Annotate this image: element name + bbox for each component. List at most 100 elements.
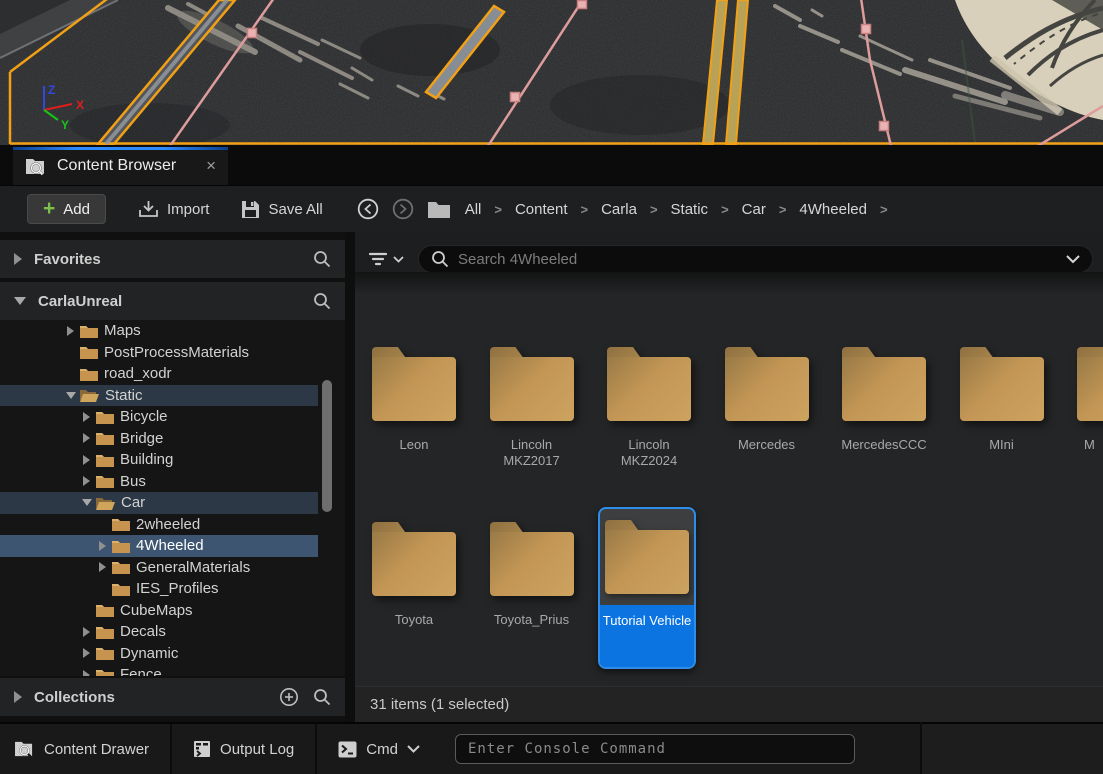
chevron-down-icon[interactable] [1066, 255, 1080, 264]
tree-item-4wheeled[interactable]: 4Wheeled [0, 535, 318, 557]
search-icon[interactable] [313, 688, 331, 706]
breadcrumb-item-static[interactable]: Static [671, 201, 709, 218]
folder-icon [80, 367, 98, 381]
breadcrumb-item-4wheeled[interactable]: 4Wheeled [799, 201, 867, 218]
expander-icon[interactable] [14, 253, 22, 265]
tree-item-ies-profiles[interactable]: IES_Profiles [0, 578, 318, 600]
console-command-input[interactable] [455, 734, 855, 764]
tree-item-car[interactable]: Car [0, 492, 318, 514]
expand-arrow-icon[interactable] [67, 326, 74, 336]
breadcrumb-separator-icon: > [779, 202, 787, 217]
tree-item-building[interactable]: Building [0, 449, 318, 471]
carlaunreal-header[interactable]: CarlaUnreal [0, 282, 345, 320]
tree-item-label: road_xodr [104, 365, 172, 382]
asset-folder-lincoln-mkz2017[interactable]: Lincoln MKZ2017 [483, 347, 581, 469]
level-viewport[interactable]: Z X Y [0, 0, 1103, 145]
save-all-button[interactable]: Save All [241, 200, 322, 219]
breadcrumb-item-content[interactable]: Content [515, 201, 568, 218]
asset-grid[interactable]: Tourer LeonLincoln MKZ2017Lincoln MKZ202… [355, 272, 1103, 686]
import-button[interactable]: Import [138, 199, 210, 219]
filter-icon [368, 251, 388, 267]
asset-folder-tutorial-vehicle-selected[interactable]: Tutorial Vehicle [598, 507, 696, 669]
expand-arrow-icon[interactable] [83, 455, 90, 465]
search-icon[interactable] [313, 250, 331, 268]
add-collection-icon[interactable] [279, 687, 299, 707]
breadcrumb-separator-icon: > [494, 202, 502, 217]
tree-item-road-xodr[interactable]: road_xodr [0, 363, 318, 385]
expand-arrow-icon[interactable] [99, 541, 106, 551]
back-button[interactable] [357, 198, 379, 220]
collapse-arrow-icon[interactable] [82, 499, 92, 506]
content-drawer-button[interactable]: Content Drawer [0, 724, 172, 774]
folder-icon [96, 625, 114, 639]
expand-arrow-icon[interactable] [83, 412, 90, 422]
folder-icon [96, 646, 114, 660]
folder-label: Leon [365, 437, 463, 453]
content-drawer-label: Content Drawer [44, 741, 149, 758]
folder-label: Tutorial Vehicle [600, 605, 694, 667]
expand-arrow-icon[interactable] [83, 476, 90, 486]
tree-scrollbar-thumb[interactable] [322, 380, 332, 512]
breadcrumb-item-all[interactable]: All [465, 201, 482, 218]
asset-search-box[interactable] [418, 245, 1093, 273]
carlaunreal-label: CarlaUnreal [38, 293, 122, 310]
chevron-down-icon [407, 745, 420, 753]
collections-header[interactable]: Collections [0, 678, 345, 716]
filter-button[interactable] [368, 251, 404, 267]
asset-folder-mercedesccc[interactable]: MercedesCCC [835, 347, 933, 453]
breadcrumb-item-carla[interactable]: Carla [601, 201, 637, 218]
output-log-icon [193, 740, 211, 758]
expand-arrow-icon[interactable] [83, 627, 90, 637]
asset-folder-toyota-prius[interactable]: Toyota_Prius [483, 522, 581, 628]
asset-folder-lincoln-mkz2024[interactable]: Lincoln MKZ2024 [600, 347, 698, 469]
search-icon[interactable] [313, 292, 331, 310]
tree-item-bus[interactable]: Bus [0, 471, 318, 493]
tree-item-dynamic[interactable]: Dynamic [0, 643, 318, 665]
tree-item-fence[interactable]: Fence [0, 664, 318, 676]
tree-item-cubemaps[interactable]: CubeMaps [0, 600, 318, 622]
asset-folder-mercedes[interactable]: Mercedes [718, 347, 816, 453]
tree-item-bridge[interactable]: Bridge [0, 428, 318, 450]
asset-folder-toyota[interactable]: Toyota [365, 522, 463, 628]
cmd-label: Cmd [366, 741, 398, 758]
folder-icon [80, 345, 98, 359]
tree-item-generalmaterials[interactable]: GeneralMaterials [0, 557, 318, 579]
tree-item-maps[interactable]: Maps [0, 320, 318, 342]
folder-icon [372, 522, 456, 596]
cmd-selector[interactable]: Cmd [317, 724, 441, 774]
breadcrumb-separator-icon: > [721, 202, 729, 217]
folder-icon [112, 560, 130, 574]
collapse-arrow-icon[interactable] [66, 392, 76, 399]
tab-title: Content Browser [57, 157, 176, 175]
favorites-header[interactable]: Favorites [0, 240, 345, 278]
expand-arrow-icon[interactable] [83, 433, 90, 443]
folder-label: Toyota_Prius [483, 612, 581, 628]
tree-item-static[interactable]: Static [0, 385, 318, 407]
folder-tree: MapsPostProcessMaterialsroad_xodrStaticB… [0, 320, 345, 676]
unreal-editor-window: Z X Y Content Browser × + Add [0, 0, 1103, 774]
search-input[interactable] [458, 251, 1066, 268]
expand-arrow-icon[interactable] [83, 670, 90, 676]
tree-item-bicycle[interactable]: Bicycle [0, 406, 318, 428]
breadcrumb-separator-icon: > [880, 202, 888, 217]
tab-content-browser[interactable]: Content Browser × [13, 147, 228, 185]
tree-item-decals[interactable]: Decals [0, 621, 318, 643]
expander-icon[interactable] [14, 691, 22, 703]
asset-folder-leon[interactable]: Leon [365, 347, 463, 453]
panel-divider[interactable] [345, 232, 355, 722]
tab-close-icon[interactable]: × [192, 156, 216, 176]
tree-item-postprocessmaterials[interactable]: PostProcessMaterials [0, 342, 318, 364]
expander-icon[interactable] [14, 297, 26, 305]
asset-folder-m[interactable]: M [1070, 347, 1103, 453]
expand-arrow-icon[interactable] [99, 562, 106, 572]
expand-arrow-icon[interactable] [83, 648, 90, 658]
folder-icon [96, 410, 114, 424]
collections-label: Collections [34, 689, 115, 706]
sources-panel: Favorites CarlaUnreal MapsPostProcessMat… [0, 232, 345, 722]
breadcrumb-item-car[interactable]: Car [742, 201, 766, 218]
output-log-button[interactable]: Output Log [172, 724, 317, 774]
asset-folder-mini[interactable]: MIni [953, 347, 1051, 453]
forward-button[interactable] [392, 198, 414, 220]
add-button[interactable]: + Add [27, 194, 106, 224]
tree-item-2wheeled[interactable]: 2wheeled [0, 514, 318, 536]
